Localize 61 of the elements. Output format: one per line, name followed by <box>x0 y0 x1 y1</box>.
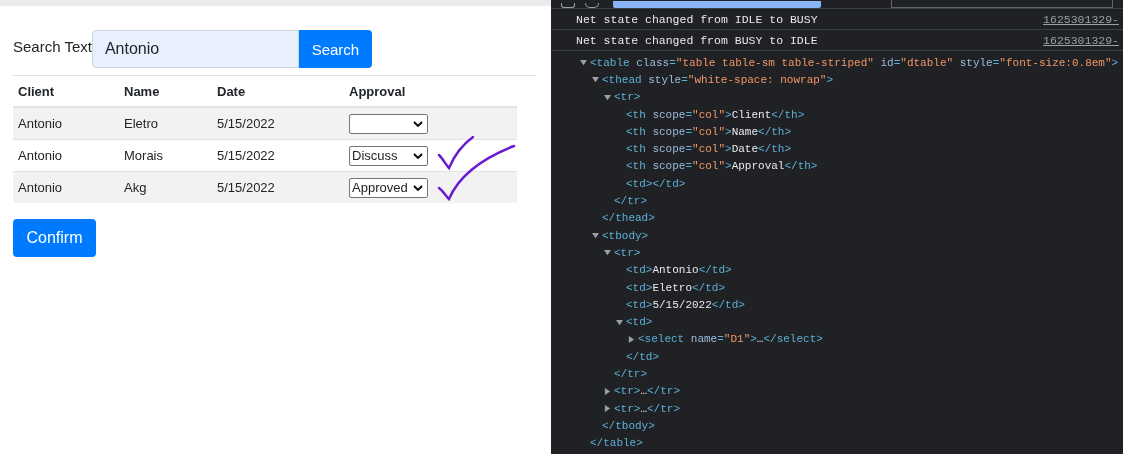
dom-node-line[interactable]: <tr> <box>614 91 641 104</box>
table-cell-text: Antonio <box>17 148 64 163</box>
filter-field[interactable] <box>891 0 1113 8</box>
column-header: Date <box>216 83 247 99</box>
caret-down-icon <box>413 184 423 191</box>
caret-down-icon[interactable] <box>580 59 587 67</box>
table-cell-text: 5/15/2022 <box>216 180 276 195</box>
approval-dropdown[interactable]: Approved <box>349 177 428 198</box>
table-cell-text: 5/15/2022 <box>216 148 276 163</box>
caret-down-icon[interactable] <box>592 232 599 240</box>
column-header: Approval <box>348 83 407 99</box>
dom-node-line[interactable]: <thead style="white-space: nowrap"> <box>602 73 834 86</box>
caret-down-icon <box>413 120 423 127</box>
caret-down-icon[interactable] <box>604 249 611 257</box>
source-link[interactable]: 1625301329- <box>1043 12 1119 26</box>
dom-node-line[interactable]: <th scope="col">Client</th> <box>626 108 805 121</box>
dom-node-line[interactable]: <tr>…</tr> <box>614 402 681 415</box>
caret-down-icon <box>413 152 423 159</box>
dom-node-line[interactable]: </tr> <box>614 368 647 380</box>
column-header: Name <box>123 83 161 99</box>
dom-node-line[interactable]: <tr>…</tr> <box>614 385 681 398</box>
search-field[interactable]: Antonio <box>91 30 299 68</box>
dom-node-line[interactable]: </td> <box>626 350 659 363</box>
dom-node-line[interactable]: <tr> <box>614 246 641 259</box>
dom-node-line[interactable]: <td>Antonio</td> <box>626 264 732 277</box>
table-cell-text: 5/15/2022 <box>216 116 276 131</box>
caret-right-icon[interactable] <box>604 405 611 413</box>
table-cell-text: Eletro <box>123 116 159 131</box>
table-cell-text: Antonio <box>17 180 64 195</box>
table-cell-text: Antonio <box>17 116 64 131</box>
console-message: Net state changed from BUSY to IDLE <box>576 33 818 47</box>
approval-dropdown[interactable] <box>349 113 428 134</box>
dom-node-line[interactable]: <tbody> <box>602 229 649 242</box>
dom-node-line[interactable]: <select name="D1">…</select> <box>638 333 823 346</box>
caret-right-icon[interactable] <box>604 387 611 395</box>
search-label: Search Text <box>13 37 92 55</box>
caret-down-icon[interactable] <box>604 93 611 101</box>
dom-node-line[interactable]: <th scope="col">Approval</th> <box>626 160 818 173</box>
dom-node-line[interactable]: </tbody> <box>602 419 655 432</box>
dom-node-line[interactable]: <th scope="col">Name</th> <box>626 125 792 138</box>
dom-node-line[interactable]: <table class="table table-sm table-striped" id="dtable" style="font-size:0.8em"> <box>590 56 1119 69</box>
dom-node-line[interactable]: <td>5/15/2022</td> <box>626 298 745 311</box>
dom-node-line[interactable]: <th scope="col">Date</th> <box>626 143 792 156</box>
caret-right-icon[interactable] <box>628 335 635 343</box>
caret-down-icon[interactable] <box>592 76 599 84</box>
table-cell-text: Morais <box>123 148 164 163</box>
dom-node-line[interactable]: </table> <box>590 437 643 450</box>
confirm-button[interactable]: Confirm <box>13 219 96 257</box>
dom-node-line[interactable]: </thead> <box>602 212 655 225</box>
dom-node-line[interactable]: <td></td> <box>626 177 686 190</box>
table-cell-text: Akg <box>123 180 148 195</box>
search-button[interactable]: Search <box>298 30 372 68</box>
dom-node-line[interactable]: <td> <box>626 316 653 329</box>
approval-dropdown[interactable]: Discuss <box>349 145 428 166</box>
dom-node-line[interactable]: </tr> <box>614 195 647 207</box>
source-link[interactable]: 1625301329- <box>1043 33 1119 47</box>
caret-down-icon[interactable] <box>616 318 623 326</box>
console-message: Net state changed from IDLE to BUSY <box>576 12 818 26</box>
toolbar-icon[interactable] <box>561 3 575 8</box>
dom-node-line[interactable]: <td>Eletro</td> <box>626 281 726 294</box>
column-header: Client <box>17 83 56 99</box>
